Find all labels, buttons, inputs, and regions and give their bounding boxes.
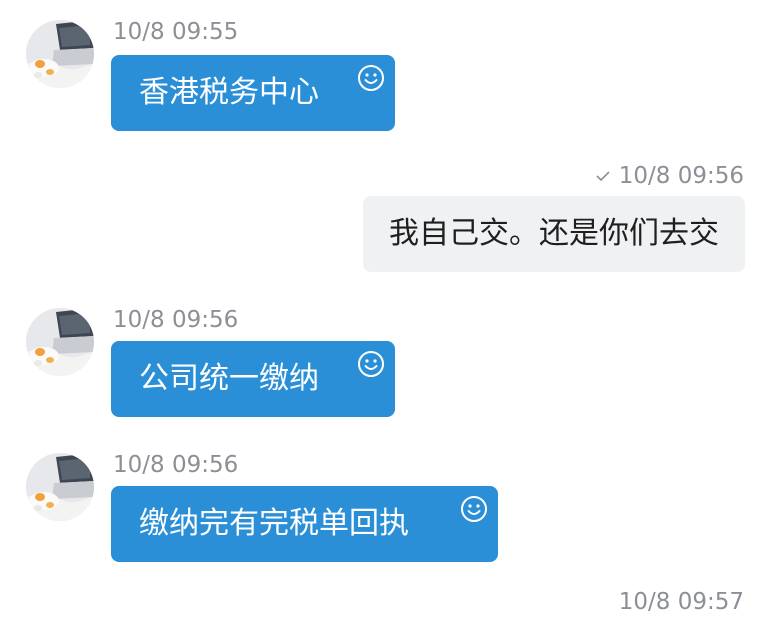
- message-incoming: 10/8 09:56 公司统一缴纳: [0, 290, 772, 430]
- message-incoming: 10/8 09:56 缴纳完有完税单回执: [0, 435, 772, 575]
- message-outgoing: 10/8 09:56 我自己交。还是你们去交: [0, 140, 772, 280]
- message-text: 公司统一缴纳: [139, 361, 319, 396]
- message-text: 我自己交。还是你们去交: [389, 216, 719, 251]
- checkmark-icon: [596, 171, 610, 181]
- smiley-icon[interactable]: [356, 349, 386, 379]
- message-outgoing: 10/8 09:57: [0, 578, 772, 618]
- message-bubble[interactable]: 公司统一缴纳: [111, 341, 395, 417]
- smiley-icon[interactable]: [356, 63, 386, 93]
- sender-avatar[interactable]: [26, 453, 94, 521]
- message-timestamp: 10/8 09:56: [113, 307, 239, 333]
- message-incoming: 10/8 09:55 香港税务中心: [0, 0, 772, 140]
- sender-avatar[interactable]: [26, 308, 94, 376]
- message-timestamp-row: 10/8 09:56: [596, 162, 744, 190]
- message-bubble[interactable]: 香港税务中心: [111, 55, 395, 131]
- message-text: 香港税务中心: [139, 75, 319, 110]
- message-timestamp: 10/8 09:56: [113, 452, 239, 478]
- message-text: 缴纳完有完税单回执: [139, 506, 409, 541]
- smiley-icon[interactable]: [459, 494, 489, 524]
- message-timestamp: 10/8 09:55: [113, 19, 239, 45]
- message-bubble[interactable]: 缴纳完有完税单回执: [111, 486, 498, 562]
- message-timestamp: 10/8 09:56: [618, 163, 744, 189]
- message-bubble[interactable]: 我自己交。还是你们去交: [363, 196, 745, 272]
- message-timestamp: 10/8 09:57: [618, 589, 744, 615]
- sender-avatar[interactable]: [26, 20, 94, 88]
